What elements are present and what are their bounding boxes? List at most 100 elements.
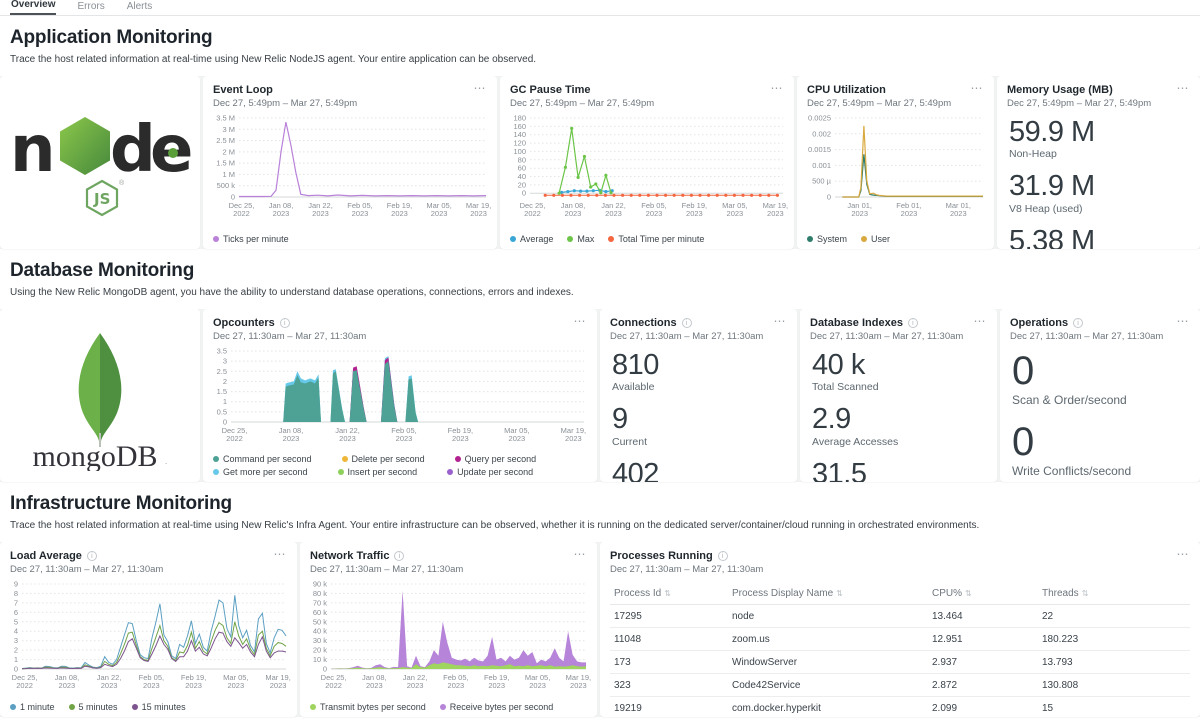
legend-item[interactable]: Insert per second bbox=[338, 467, 418, 477]
tab-overview[interactable]: Overview bbox=[10, 0, 56, 15]
info-icon[interactable]: i bbox=[908, 318, 918, 328]
legend-item[interactable]: Ticks per minute bbox=[213, 234, 289, 244]
cpu-utilization-chart[interactable]: 0500 µ0.0010.00150.0020.0025Jan 01,2023F… bbox=[803, 113, 988, 217]
legend-dot-icon bbox=[807, 236, 813, 242]
svg-text:®: ® bbox=[119, 179, 125, 187]
opcounters-chart[interactable]: 00.511.522.533.5Dec 25,2022Jan 08,2023Ja… bbox=[209, 346, 589, 442]
legend-item[interactable]: System bbox=[807, 234, 847, 244]
svg-text:2023: 2023 bbox=[101, 681, 118, 689]
legend-item[interactable]: Transmit bytes per second bbox=[310, 702, 426, 712]
svg-text:40 k: 40 k bbox=[313, 627, 327, 636]
panel-date-range: Dec 27, 5:49pm – Mar 27, 5:49pm bbox=[510, 98, 784, 109]
nodejs-logo-card: n d e JS ® bbox=[0, 76, 200, 249]
legend-item[interactable]: Get more per second bbox=[213, 467, 308, 477]
legend-item[interactable]: Total Time per minute bbox=[608, 234, 704, 244]
table-cell: 13.464 bbox=[928, 605, 1038, 628]
legend-dot-icon bbox=[567, 236, 573, 242]
svg-text:2023: 2023 bbox=[227, 681, 244, 689]
legend-item[interactable]: Max bbox=[567, 234, 594, 244]
svg-text:30 k: 30 k bbox=[313, 636, 327, 645]
cpu-utilization-legend: System User bbox=[807, 234, 890, 244]
info-icon[interactable]: i bbox=[87, 551, 97, 561]
svg-text:2023: 2023 bbox=[312, 209, 329, 217]
sort-icon: ⇅ bbox=[836, 589, 843, 598]
legend-dot-icon bbox=[861, 236, 867, 242]
table-cell: WindowServer bbox=[728, 651, 928, 674]
table-cell: 15 bbox=[1038, 697, 1190, 718]
svg-text:2023: 2023 bbox=[59, 681, 76, 689]
section-subtitle-database: Using the New Relic MongoDB agent, you h… bbox=[10, 287, 1200, 298]
panel-date-range: Dec 27, 11:30am – Mar 27, 11:30am bbox=[1010, 331, 1190, 342]
svg-text:JS: JS bbox=[93, 190, 110, 208]
svg-text:3: 3 bbox=[14, 636, 18, 645]
svg-text:d: d bbox=[110, 113, 156, 187]
legend-dot-icon bbox=[510, 236, 516, 242]
legend-dot-icon bbox=[213, 236, 219, 242]
legend-item[interactable]: Update per second bbox=[447, 467, 533, 477]
panel-menu-button[interactable]: ⋯ bbox=[474, 81, 488, 95]
column-header-cpu[interactable]: CPU%⇅ bbox=[928, 583, 1038, 605]
legend-item[interactable]: Receive bytes per second bbox=[440, 702, 554, 712]
svg-text:2023: 2023 bbox=[339, 434, 356, 442]
legend-item[interactable]: Average bbox=[510, 234, 553, 244]
network-traffic-panel: Network Traffic i Dec 27, 11:30am – Mar … bbox=[300, 542, 597, 717]
legend-item[interactable]: User bbox=[861, 234, 890, 244]
svg-text:2023: 2023 bbox=[273, 209, 290, 217]
svg-text:2023: 2023 bbox=[143, 681, 160, 689]
load-average-chart[interactable]: 0123456789Dec 25,2022Jan 08,2023Jan 22,2… bbox=[6, 579, 291, 689]
panel-date-range: Dec 27, 11:30am – Mar 27, 11:30am bbox=[610, 331, 787, 342]
table-cell: com.docker.hyperkit bbox=[728, 697, 928, 718]
panel-title: Processes Running i bbox=[610, 550, 1190, 562]
info-icon[interactable]: i bbox=[718, 551, 728, 561]
legend-item[interactable]: Query per second bbox=[455, 454, 537, 464]
tab-alerts[interactable]: Alerts bbox=[126, 0, 154, 15]
table-cell: 19219 bbox=[610, 697, 728, 718]
sort-icon: ⇅ bbox=[664, 589, 671, 598]
gc-pause-chart[interactable]: 020406080100120140160180Dec 25,2022Jan 0… bbox=[506, 113, 788, 217]
event-loop-chart[interactable]: 0500 k1 M1.5 M2 M2.5 M3 M3.5 MDec 25,202… bbox=[209, 113, 491, 217]
network-traffic-chart[interactable]: 010 k20 k30 k40 k50 k60 k70 k80 k90 kDec… bbox=[306, 579, 591, 689]
panel-menu-button[interactable]: ⋯ bbox=[574, 547, 588, 561]
panel-menu-button[interactable]: ⋯ bbox=[1177, 547, 1191, 561]
column-header-process-id[interactable]: Process Id⇅ bbox=[610, 583, 728, 605]
panel-date-range: Dec 27, 11:30am – Mar 27, 11:30am bbox=[213, 331, 587, 342]
table-row: 11048zoom.us12.951180.223 bbox=[610, 628, 1190, 651]
legend-dot-icon bbox=[132, 704, 138, 710]
operations-panel: Operations i Dec 27, 11:30am – Mar 27, 1… bbox=[1000, 309, 1200, 482]
legend-dot-icon bbox=[338, 469, 344, 475]
panel-title: Connections i bbox=[610, 317, 787, 329]
infrastructure-panels-row: Load Average i Dec 27, 11:30am – Mar 27,… bbox=[0, 542, 1200, 717]
tab-errors[interactable]: Errors bbox=[76, 0, 105, 15]
gc-pause-legend: Average Max Total Time per minute bbox=[510, 234, 704, 244]
svg-text:2022: 2022 bbox=[325, 681, 342, 689]
panel-menu-button[interactable]: ⋯ bbox=[974, 314, 988, 328]
legend-item[interactable]: 5 minutes bbox=[69, 702, 118, 712]
svg-text:0.5: 0.5 bbox=[217, 407, 227, 416]
panel-menu-button[interactable]: ⋯ bbox=[1177, 81, 1191, 95]
legend-item[interactable]: Delete per second bbox=[342, 454, 425, 464]
svg-text:2023: 2023 bbox=[488, 681, 505, 689]
legend-item[interactable]: 1 minute bbox=[10, 702, 55, 712]
panel-menu-button[interactable]: ⋯ bbox=[971, 81, 985, 95]
panel-menu-button[interactable]: ⋯ bbox=[1177, 314, 1191, 328]
column-header-process-name[interactable]: Process Display Name⇅ bbox=[728, 583, 928, 605]
panel-menu-button[interactable]: ⋯ bbox=[774, 314, 788, 328]
svg-text:2023: 2023 bbox=[452, 434, 469, 442]
info-icon[interactable]: i bbox=[1073, 318, 1083, 328]
info-icon[interactable]: i bbox=[280, 318, 290, 328]
panel-title: Network Traffic i bbox=[310, 550, 587, 562]
info-icon[interactable]: i bbox=[394, 551, 404, 561]
legend-item[interactable]: Command per second bbox=[213, 454, 312, 464]
table-cell: 22 bbox=[1038, 605, 1190, 628]
svg-text:2023: 2023 bbox=[565, 434, 582, 442]
panel-menu-button[interactable]: ⋯ bbox=[574, 314, 588, 328]
svg-text:60 k: 60 k bbox=[313, 608, 327, 617]
process-table-body: 17295node13.4642211048zoom.us12.951180.2… bbox=[610, 605, 1190, 718]
legend-item[interactable]: 15 minutes bbox=[132, 702, 186, 712]
info-icon[interactable]: i bbox=[682, 318, 692, 328]
svg-text:2023: 2023 bbox=[352, 209, 369, 217]
panel-menu-button[interactable]: ⋯ bbox=[771, 81, 785, 95]
column-header-threads[interactable]: Threads⇅ bbox=[1038, 583, 1190, 605]
panel-title: Opcounters i bbox=[213, 317, 587, 329]
panel-menu-button[interactable]: ⋯ bbox=[274, 547, 288, 561]
